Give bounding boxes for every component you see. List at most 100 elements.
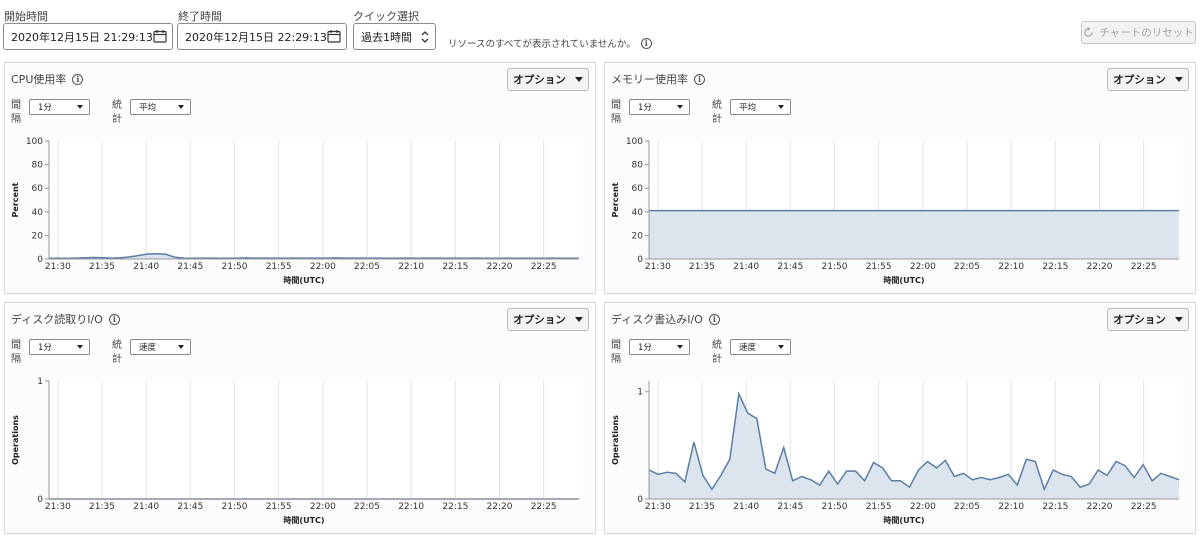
interval-value: 1分 xyxy=(638,343,652,353)
x-tick-label: 21:50 xyxy=(822,262,848,272)
y-tick-label: 80 xyxy=(32,161,44,171)
x-tick-label: 22:05 xyxy=(354,262,380,272)
hint-text: リソースのすべてが表示されていませんか。 xyxy=(448,39,636,50)
interval-select[interactable]: 1分 xyxy=(629,99,690,115)
x-axis-title: 時間(UTC) xyxy=(283,275,324,285)
x-tick-label: 21:50 xyxy=(822,502,848,512)
memory-usage-panel: 21:30 21:35 21:40 21:45 21:50 21:55 22:00 22:05… xyxy=(604,62,1196,294)
options-label: オプション xyxy=(513,74,566,86)
interval-value: 1分 xyxy=(38,343,52,353)
panel-title-text: CPU使用率 xyxy=(11,73,67,86)
up-down-chevron-icon xyxy=(421,31,429,43)
options-button[interactable]: オプション xyxy=(1107,308,1189,331)
info-icon[interactable]: i xyxy=(640,37,652,49)
interval-label: 間隔 xyxy=(11,100,21,125)
x-tick-label: 21:45 xyxy=(177,502,203,512)
start-time-input[interactable]: 2020年12月15日 21:29:13 xyxy=(3,23,173,50)
info-icon[interactable]: i xyxy=(108,313,120,325)
x-tick-label: 22:10 xyxy=(398,262,424,272)
statistic-select[interactable]: 速度 xyxy=(130,339,191,355)
x-tick-label: 22:15 xyxy=(442,262,468,272)
y-tick-label: 40 xyxy=(632,208,644,218)
reset-charts-label: チャートのリセット xyxy=(1099,27,1194,39)
x-tick-label: 22:25 xyxy=(531,262,557,272)
caret-down-icon xyxy=(574,317,583,322)
disk-read-io-panel: 21:30 21:35 21:40 21:45 21:50 21:55 22:00 22:05… xyxy=(4,302,596,534)
panel-title: CPU使用率 i xyxy=(11,71,84,87)
statistic-value: 平均 xyxy=(139,103,157,113)
panel-title-text: メモリー使用率 xyxy=(611,73,688,86)
x-tick-label: 21:55 xyxy=(866,502,892,512)
x-axis-title: 時間(UTC) xyxy=(283,515,324,525)
panel-title-text: ディスク書込みI/O xyxy=(611,313,703,326)
caret-down-icon xyxy=(77,105,83,109)
x-tick-label: 22:20 xyxy=(487,262,513,272)
refresh-icon xyxy=(1084,27,1094,37)
panel-title-text: ディスク読取りI/O xyxy=(11,313,103,326)
calendar-icon[interactable] xyxy=(327,29,341,43)
x-tick-label: 21:45 xyxy=(777,262,803,272)
info-icon[interactable]: i xyxy=(694,73,705,85)
panel-title: ディスク読取りI/O i xyxy=(11,311,120,327)
statistic-label: 統計 xyxy=(712,100,722,125)
x-tick-label: 21:40 xyxy=(133,262,159,272)
x-tick-label: 21:50 xyxy=(222,502,248,512)
quick-select-label: クイック選択 xyxy=(353,10,419,23)
x-tick-label: 22:00 xyxy=(310,262,336,272)
quick-select-value: 過去1時間 xyxy=(361,30,412,44)
caret-down-icon xyxy=(778,345,784,349)
x-tick-label: 21:30 xyxy=(45,502,71,512)
end-time-input[interactable]: 2020年12月15日 22:29:13 xyxy=(177,23,347,50)
x-tick-label: 21:35 xyxy=(89,262,115,272)
y-tick-label: 20 xyxy=(632,231,644,241)
statistic-select[interactable]: 速度 xyxy=(730,339,791,355)
options-button[interactable]: オプション xyxy=(507,308,589,331)
x-tick-label: 22:05 xyxy=(354,502,380,512)
interval-select[interactable]: 1分 xyxy=(29,99,90,115)
end-time-value: 2020年12月15日 22:29:13 xyxy=(185,30,327,44)
x-tick-label: 22:20 xyxy=(1087,502,1113,512)
chart: 21:30 21:35 21:40 21:45 21:50 21:55 22:00 22:05… xyxy=(11,377,579,525)
statistic-select[interactable]: 平均 xyxy=(730,99,791,115)
x-tick-label: 22:05 xyxy=(954,262,980,272)
y-tick-label: 20 xyxy=(32,231,44,241)
interval-label: 間隔 xyxy=(611,100,621,125)
options-button[interactable]: オプション xyxy=(507,68,589,91)
info-icon[interactable]: i xyxy=(72,73,84,85)
x-tick-label: 22:25 xyxy=(531,502,557,512)
interval-select[interactable]: 1分 xyxy=(629,339,690,355)
x-tick-label: 21:30 xyxy=(645,502,671,512)
x-tick-label: 22:05 xyxy=(954,502,980,512)
panel-title: ディスク書込みI/O i xyxy=(611,311,720,327)
caret-down-icon xyxy=(574,77,583,82)
interval-label: 間隔 xyxy=(11,340,21,365)
y-axis-title: Operations xyxy=(11,415,20,465)
x-tick-label: 21:35 xyxy=(689,262,715,272)
y-tick-label: 80 xyxy=(632,161,644,171)
x-tick-label: 22:15 xyxy=(442,502,468,512)
info-icon[interactable]: i xyxy=(708,313,720,325)
y-tick-label: 100 xyxy=(626,137,643,147)
end-time-label: 終了時間 xyxy=(178,10,222,23)
interval-select[interactable]: 1分 xyxy=(29,339,90,355)
x-axis-title: 時間(UTC) xyxy=(883,515,924,525)
chart: 21:30 21:35 21:40 21:45 21:50 21:55 22:00 22:05… xyxy=(11,137,579,285)
x-tick-label: 22:10 xyxy=(998,262,1024,272)
x-tick-label: 21:30 xyxy=(645,262,671,272)
x-tick-label: 21:55 xyxy=(866,262,892,272)
x-tick-label: 22:20 xyxy=(487,502,513,512)
options-button[interactable]: オプション xyxy=(1107,68,1189,91)
panel-title: メモリー使用率 i xyxy=(611,71,705,87)
y-axis-title: Operations xyxy=(611,415,620,465)
y-tick-label: 0 xyxy=(37,255,43,265)
reset-charts-button[interactable]: チャートのリセット xyxy=(1081,21,1196,44)
x-tick-label: 21:40 xyxy=(733,502,759,512)
x-tick-label: 22:10 xyxy=(998,502,1024,512)
x-tick-label: 21:30 xyxy=(45,262,71,272)
calendar-icon[interactable] xyxy=(153,29,167,43)
y-tick-label: 60 xyxy=(632,184,644,194)
statistic-select[interactable]: 平均 xyxy=(130,99,191,115)
start-time-label: 開始時間 xyxy=(4,10,48,23)
quick-select-dropdown[interactable]: 過去1時間 xyxy=(353,23,436,50)
toolbar: 開始時間 2020年12月15日 21:29:13 終了時間 2020年12月1… xyxy=(0,0,1200,62)
